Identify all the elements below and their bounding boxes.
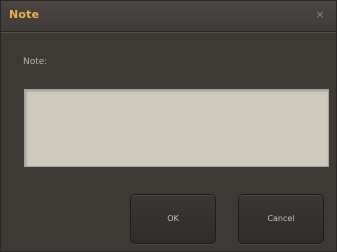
note-label: Note: [23, 57, 48, 67]
dialog-title: Note [9, 8, 40, 21]
cancel-button[interactable]: Cancel [238, 194, 324, 244]
note-textarea[interactable] [24, 89, 329, 167]
close-icon[interactable]: × [313, 8, 327, 22]
note-dialog: Note × Note: OK Cancel [0, 0, 337, 252]
dialog-titlebar: Note × [1, 1, 336, 32]
ok-button[interactable]: OK [130, 194, 216, 244]
